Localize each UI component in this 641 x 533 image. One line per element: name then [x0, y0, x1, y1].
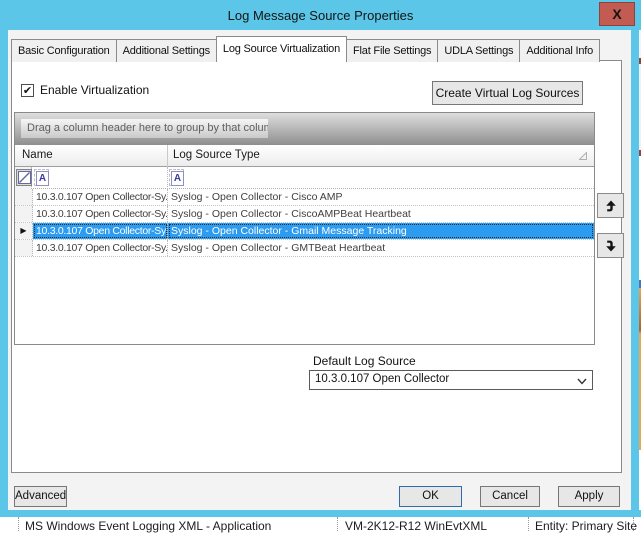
- virtual-log-sources-grid: Drag a column header here to group by th…: [14, 112, 595, 345]
- sort-ascending-icon: [579, 152, 587, 160]
- default-log-source-dropdown[interactable]: 10.3.0.107 Open Collector: [309, 370, 593, 390]
- grid-header-row: Name Log Source Type: [15, 145, 594, 167]
- close-button[interactable]: X: [599, 2, 635, 26]
- dialog-titlebar[interactable]: Log Message Source Properties: [0, 0, 641, 30]
- filter-row-selector-cell: [15, 167, 32, 189]
- move-down-button[interactable]: [597, 233, 624, 258]
- log-source-row[interactable]: ▶10.3.0.107 Open Collector-Sy...Syslog -…: [15, 223, 594, 240]
- filter-column-divider: [167, 167, 168, 189]
- row-log-source-type-cell[interactable]: Syslog - Open Collector - Cisco AMP: [168, 189, 594, 205]
- tab-log-source-virtualization[interactable]: Log Source Virtualization: [216, 36, 347, 62]
- row-log-source-type-cell[interactable]: Syslog - Open Collector - Gmail Message …: [168, 223, 594, 239]
- row-selector[interactable]: [15, 240, 33, 256]
- row-log-source-type-cell[interactable]: Syslog - Open Collector - CiscoAMPBeat H…: [168, 206, 594, 222]
- tab-udla-settings[interactable]: UDLA Settings: [437, 39, 520, 62]
- dialog-border-right: [631, 30, 639, 510]
- arrow-up-icon: [603, 199, 619, 213]
- tab-flat-file-settings[interactable]: Flat File Settings: [346, 39, 438, 62]
- dialog-border-left: [0, 30, 8, 510]
- grid-filter-row: A A: [15, 167, 594, 189]
- enable-virtualization-label: Enable Virtualization: [40, 83, 149, 97]
- row-selector[interactable]: [15, 189, 33, 205]
- current-row-marker-icon[interactable]: ▶: [15, 223, 33, 239]
- row-name-cell[interactable]: 10.3.0.107 Open Collector-Sy...: [33, 189, 168, 205]
- tab-strip: Basic ConfigurationAdditional SettingsLo…: [11, 36, 599, 62]
- advanced-button[interactable]: Advanced: [14, 486, 67, 507]
- tab-additional-settings[interactable]: Additional Settings: [116, 39, 217, 62]
- apply-button[interactable]: Apply: [558, 486, 620, 507]
- type-text-filter-icon[interactable]: A: [169, 169, 184, 186]
- row-name-cell[interactable]: 10.3.0.107 Open Collector-Sy...: [33, 223, 168, 239]
- background-entity: Entity: Primary Site Host: [535, 519, 641, 533]
- default-log-source-label: Default Log Source: [313, 354, 416, 368]
- background-grid-row: MS Windows Event Logging XML - Applicati…: [0, 519, 641, 533]
- grid-rows: 10.3.0.107 Open Collector-Sy...Syslog - …: [15, 189, 594, 257]
- arrow-down-icon: [603, 239, 619, 253]
- log-source-row[interactable]: 10.3.0.107 Open Collector-Sy...Syslog - …: [15, 206, 594, 223]
- tab-additional-info[interactable]: Additional Info: [519, 39, 600, 62]
- default-log-source-value: 10.3.0.107 Open Collector: [315, 373, 449, 385]
- tab-basic-configuration[interactable]: Basic Configuration: [11, 39, 117, 62]
- row-log-source-type-cell[interactable]: Syslog - Open Collector - GMTBeat Heartb…: [168, 240, 594, 256]
- enable-virtualization-checkbox[interactable]: ✔: [21, 84, 34, 97]
- group-by-bar[interactable]: Drag a column header here to group by th…: [15, 113, 594, 145]
- row-selector[interactable]: [15, 206, 33, 222]
- name-text-filter-icon[interactable]: A: [34, 169, 49, 186]
- log-source-row[interactable]: 10.3.0.107 Open Collector-Sy...Syslog - …: [15, 240, 594, 257]
- cancel-button[interactable]: Cancel: [480, 486, 540, 507]
- dialog-border-bottom: [0, 510, 641, 517]
- row-name-cell[interactable]: 10.3.0.107 Open Collector-Sy...: [33, 206, 168, 222]
- move-up-button[interactable]: [597, 193, 624, 218]
- create-virtual-log-sources-button[interactable]: Create Virtual Log Sources: [432, 81, 583, 105]
- column-header-log-source-type[interactable]: Log Source Type: [173, 149, 260, 161]
- background-host-path: VM-2K12-R12 WinEvtXML: [345, 519, 487, 533]
- group-by-hint: Drag a column header here to group by th…: [21, 119, 268, 138]
- close-icon: X: [612, 6, 621, 22]
- background-log-source-type: MS Windows Event Logging XML - Applicati…: [25, 519, 271, 533]
- row-name-cell[interactable]: 10.3.0.107 Open Collector-Sy...: [33, 240, 168, 256]
- column-header-name[interactable]: Name: [22, 149, 53, 161]
- chevron-down-icon: [576, 375, 588, 387]
- dialog-title: Log Message Source Properties: [228, 8, 414, 23]
- ok-button[interactable]: OK: [399, 486, 462, 507]
- filter-disabled-icon[interactable]: [16, 169, 32, 186]
- log-source-row[interactable]: 10.3.0.107 Open Collector-Sy...Syslog - …: [15, 189, 594, 206]
- column-divider[interactable]: [167, 145, 168, 167]
